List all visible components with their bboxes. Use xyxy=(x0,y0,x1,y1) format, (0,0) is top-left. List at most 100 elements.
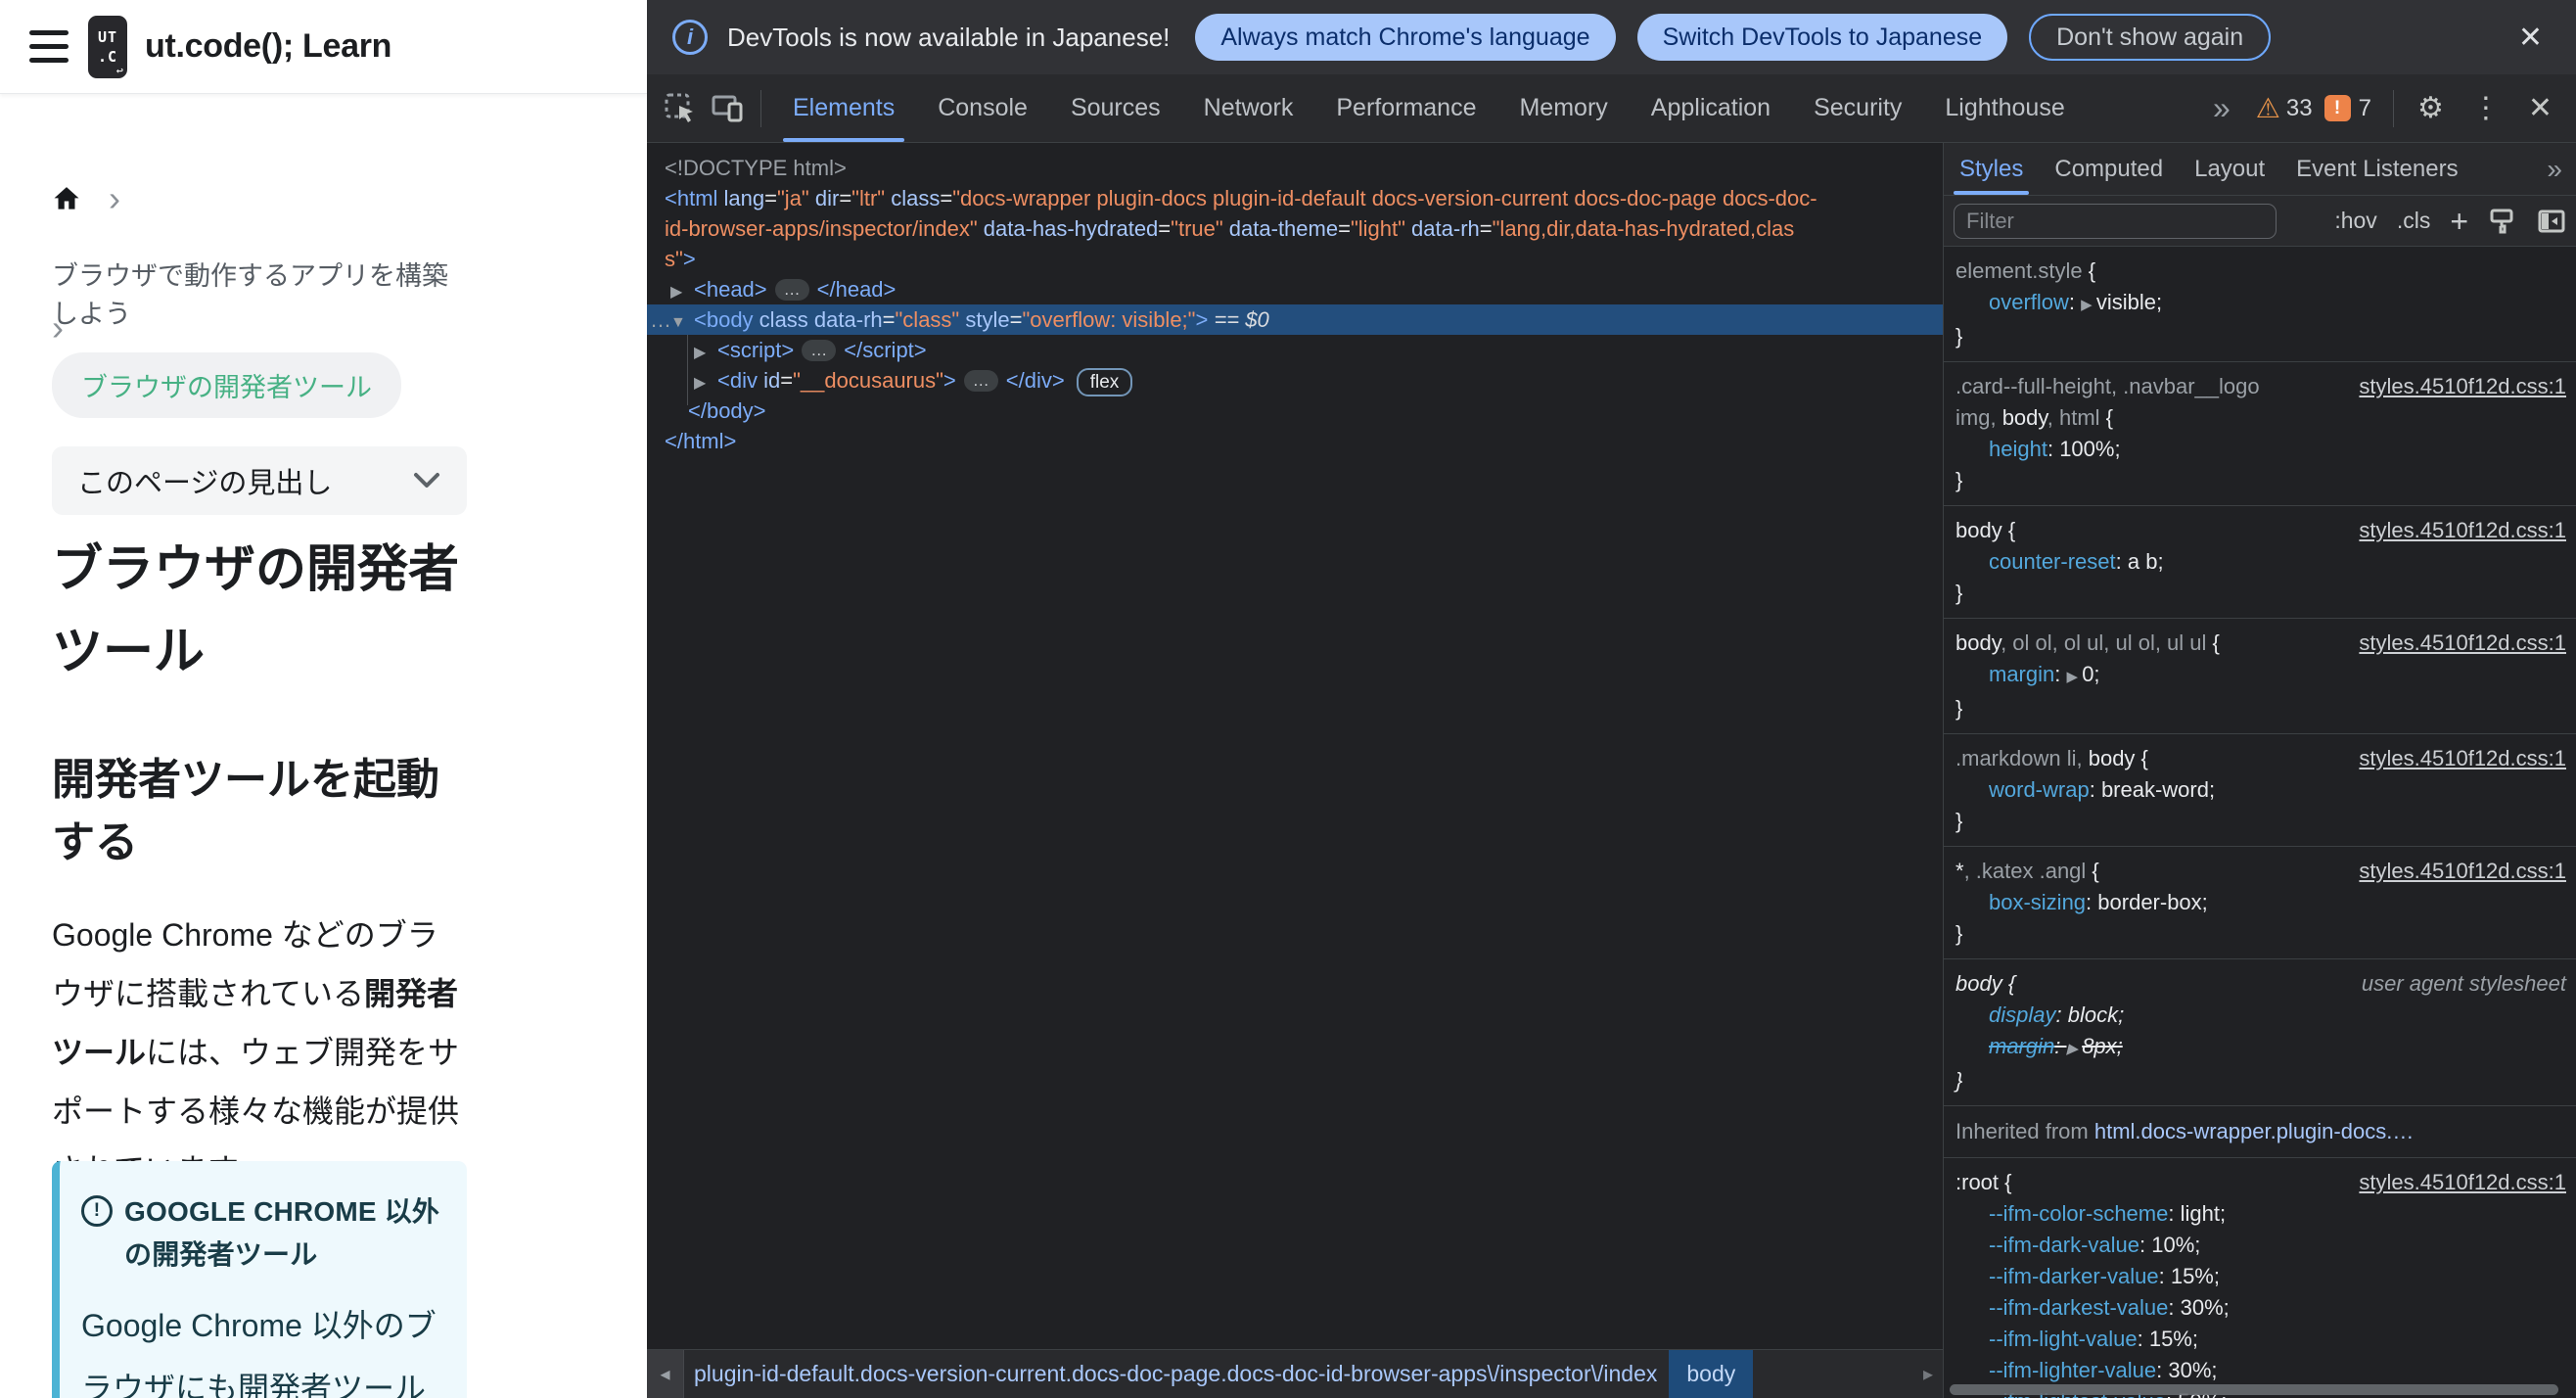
css-property[interactable]: counter-reset: a b; xyxy=(1955,546,2564,578)
tab-sources[interactable]: Sources xyxy=(1049,74,1182,142)
styles-filter-input[interactable] xyxy=(1954,203,2277,239)
tab-application[interactable]: Application xyxy=(1630,74,1792,142)
css-property[interactable]: overflow: ▶ visible; xyxy=(1955,287,2564,321)
disclosure-arrow-icon[interactable]: ▶ xyxy=(694,338,717,368)
css-property[interactable]: margin: ▶ 8px; xyxy=(1955,1031,2564,1065)
dom-node-row[interactable]: ▶ <head>… </head> xyxy=(647,274,1943,304)
css-property[interactable]: --ifm-darkest-value: 30%; xyxy=(1955,1292,2564,1324)
horizontal-scrollbar[interactable] xyxy=(1950,1384,2558,1395)
dom-node-row[interactable]: id-browser-apps/inspector/index" data-ha… xyxy=(647,213,1943,244)
crumb-scroll-left-icon[interactable]: ◂ xyxy=(647,1350,684,1398)
stylesheet-source-link[interactable]: styles.4510f12d.css:1 xyxy=(2359,743,2566,774)
infobar-close-icon[interactable]: ✕ xyxy=(2510,21,2551,55)
settings-gear-icon[interactable]: ⚙ xyxy=(2404,91,2458,125)
dom-node-row[interactable]: s"> xyxy=(647,244,1943,274)
css-property[interactable]: --ifm-color-scheme: light; xyxy=(1955,1198,2564,1230)
dom-node-row[interactable]: <!DOCTYPE html> xyxy=(647,153,1943,183)
css-property-name: --ifm-dark-value xyxy=(1989,1233,2140,1257)
issue-count[interactable]: 7 xyxy=(2359,95,2371,122)
tab-security[interactable]: Security xyxy=(1792,74,1923,142)
dom-node-row[interactable]: </html> xyxy=(647,426,1943,456)
css-property-name: --ifm-lighter-value xyxy=(1989,1358,2157,1382)
dom-node-row[interactable]: </body> xyxy=(647,396,1943,426)
css-property-value: 15%; xyxy=(2170,1264,2220,1288)
tab-performance[interactable]: Performance xyxy=(1314,74,1497,142)
site-logo[interactable]: UT .C ↩ xyxy=(88,15,127,78)
toc-collapsible[interactable]: このページの見出し xyxy=(52,446,467,515)
css-property[interactable]: word-wrap: break-word; xyxy=(1955,774,2564,806)
rule-selector[interactable]: element.style { xyxy=(1955,256,2564,287)
admonition-title: ! GOOGLE CHROME 以外の開発者ツール xyxy=(81,1190,443,1277)
chevron-down-icon xyxy=(414,473,439,488)
sidebar-tab-computed[interactable]: Computed xyxy=(2039,143,2179,195)
hamburger-menu-button[interactable] xyxy=(29,27,69,67)
device-toolbar-icon[interactable] xyxy=(704,74,751,142)
expand-ellipsis-button[interactable]: … xyxy=(963,370,998,392)
disclosure-arrow-icon[interactable]: ▶ xyxy=(694,368,717,398)
crumb-selected-node[interactable]: body xyxy=(1669,1350,1754,1398)
css-property[interactable]: box-sizing: border-box; xyxy=(1955,887,2564,918)
tab-network[interactable]: Network xyxy=(1182,74,1315,142)
infobar-button-don-t-show-again[interactable]: Don't show again xyxy=(2029,14,2272,61)
stylesheet-source-link[interactable]: styles.4510f12d.css:1 xyxy=(2359,1167,2566,1198)
css-property[interactable]: --ifm-darker-value: 15%; xyxy=(1955,1261,2564,1292)
toggle-class-button[interactable]: .cls xyxy=(2397,208,2431,234)
css-property[interactable]: display: block; xyxy=(1955,1000,2564,1031)
dom-node-row[interactable]: ▶ <script>… </script> xyxy=(647,335,1943,365)
disclosure-arrow-icon[interactable]: ▶ xyxy=(670,277,694,307)
tab-elements[interactable]: Elements xyxy=(771,74,916,142)
css-property-value: block; xyxy=(2067,1002,2125,1027)
inherited-element-link[interactable]: html.docs-wrapper.plugin-docs.… xyxy=(2094,1119,2414,1143)
devtools-infobar: i DevTools is now available in Japanese!… xyxy=(647,0,2576,74)
inspect-element-icon[interactable] xyxy=(657,74,704,142)
breadcrumb-current-badge[interactable]: ブラウザの開発者ツール xyxy=(52,352,401,418)
sidebar-tab-styles[interactable]: Styles xyxy=(1944,143,2039,195)
devtools-close-icon[interactable]: ✕ xyxy=(2514,91,2566,125)
flex-badge[interactable]: flex xyxy=(1076,368,1133,396)
css-property[interactable]: height: 100%; xyxy=(1955,434,2564,465)
issues-icon[interactable]: ! xyxy=(2323,95,2351,121)
infobar-button-switch-devtools-to-japanese[interactable]: Switch DevTools to Japanese xyxy=(1636,14,2008,61)
closing-brace: } xyxy=(1955,324,1963,349)
exclamation-circle-icon: ! xyxy=(81,1195,113,1227)
css-property[interactable]: --ifm-light-value: 15%; xyxy=(1955,1324,2564,1355)
css-property[interactable]: --ifm-lighter-value: 30%; xyxy=(1955,1355,2564,1386)
site-title[interactable]: ut.code(); Learn xyxy=(145,27,391,66)
expand-value-arrow-icon[interactable]: ▶ xyxy=(2066,1041,2082,1057)
crumb-path[interactable]: plugin-id-default.docs-version-current.d… xyxy=(694,1361,1657,1387)
stylesheet-source-link[interactable]: styles.4510f12d.css:1 xyxy=(2359,856,2566,887)
crumb-scroll-right-icon[interactable]: ▸ xyxy=(1913,1362,1943,1386)
stylesheet-source-link[interactable]: styles.4510f12d.css:1 xyxy=(2359,515,2566,546)
toggle-hover-state-button[interactable]: :hov xyxy=(2334,208,2376,234)
dom-node-row[interactable]: ▶ <div id="__docusaurus">… </div> flex xyxy=(647,365,1943,396)
tab-console[interactable]: Console xyxy=(916,74,1049,142)
dom-node-row[interactable]: … ▼ <body class data-rh="class" style="ove… xyxy=(647,304,1943,335)
tab-memory[interactable]: Memory xyxy=(1497,74,1629,142)
dom-node-row[interactable]: <html lang="ja" dir="ltr" class="docs-wr… xyxy=(647,183,1943,213)
expand-ellipsis-button[interactable]: … xyxy=(774,279,809,301)
css-property[interactable]: margin: ▶ 0; xyxy=(1955,659,2564,693)
warning-count[interactable]: 33 xyxy=(2286,95,2313,122)
logo-bottom-text: .C xyxy=(97,47,118,66)
css-property-value: 100%; xyxy=(2059,437,2121,461)
css-property[interactable]: --ifm-dark-value: 10%; xyxy=(1955,1230,2564,1261)
paintbrush-icon[interactable] xyxy=(2488,207,2517,236)
stylesheet-source-link[interactable]: styles.4510f12d.css:1 xyxy=(2359,371,2566,402)
infobar-button-always-match-chrome-s-language[interactable]: Always match Chrome's language xyxy=(1195,14,1616,61)
more-tabs-icon[interactable]: » xyxy=(2197,90,2246,126)
more-panels-icon[interactable]: » xyxy=(2533,154,2576,185)
sidebar-tab-layout[interactable]: Layout xyxy=(2179,143,2280,195)
home-icon[interactable] xyxy=(52,184,81,213)
stylesheet-source-link[interactable]: styles.4510f12d.css:1 xyxy=(2359,628,2566,659)
sidebar-tab-event-listeners[interactable]: Event Listeners xyxy=(2280,143,2473,195)
expand-value-arrow-icon[interactable]: ▶ xyxy=(2066,669,2082,685)
disclosure-arrow-icon[interactable]: ▼ xyxy=(670,307,694,338)
kebab-menu-icon[interactable]: ⋮ xyxy=(2458,91,2514,125)
expand-ellipsis-button[interactable]: … xyxy=(802,340,837,361)
new-style-rule-icon[interactable]: + xyxy=(2450,206,2468,237)
warning-icon[interactable]: ⚠ xyxy=(2256,92,2280,124)
expand-value-arrow-icon[interactable]: ▶ xyxy=(2081,297,2096,313)
dock-sidebar-icon[interactable] xyxy=(2537,207,2566,236)
tab-lighthouse[interactable]: Lighthouse xyxy=(1923,74,2086,142)
css-property-value: a b; xyxy=(2127,549,2164,574)
